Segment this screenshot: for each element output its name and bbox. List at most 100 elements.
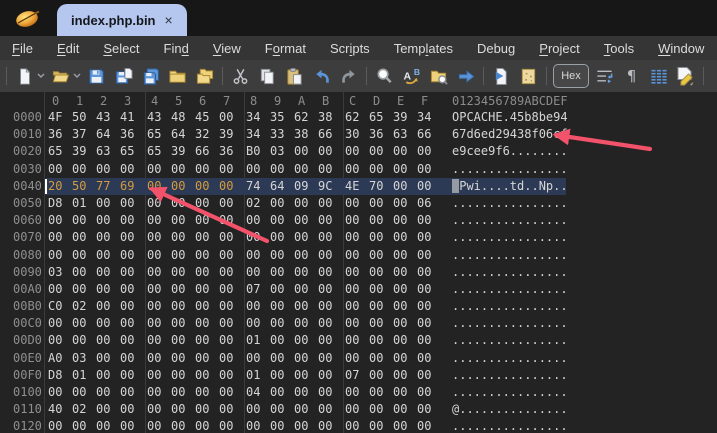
hex-byte[interactable]: 00: [246, 264, 270, 281]
hex-byte[interactable]: 02: [72, 401, 96, 418]
hex-byte[interactable]: 00: [96, 264, 120, 281]
ascii-cell[interactable]: ................: [452, 281, 568, 298]
menu-item-file[interactable]: File: [0, 39, 45, 58]
hex-byte[interactable]: 00: [270, 332, 294, 349]
hex-byte[interactable]: 00: [72, 229, 96, 246]
hex-byte[interactable]: 35: [270, 109, 294, 126]
hex-byte[interactable]: 00: [48, 315, 72, 332]
hex-byte[interactable]: 00: [417, 401, 441, 418]
hex-byte[interactable]: 00: [345, 350, 369, 367]
hex-byte[interactable]: 00: [195, 281, 219, 298]
hex-byte[interactable]: 00: [195, 212, 219, 229]
hex-row[interactable]: 0120 00 00 00 00 00 00 00 00 00 00 00 00 00 00 00 00....…: [0, 418, 717, 433]
hex-byte[interactable]: 00: [393, 161, 417, 178]
menu-item-templates[interactable]: Templates: [382, 39, 465, 58]
hex-byte[interactable]: 01: [72, 195, 96, 212]
hex-byte[interactable]: 00: [270, 264, 294, 281]
hex-byte[interactable]: 00: [417, 367, 441, 384]
hex-byte[interactable]: 00: [270, 315, 294, 332]
hex-row[interactable]: 00D0 00 00 00 00 00 00 00 00 01 00 00 00 00 00 00 00....…: [0, 332, 717, 349]
hex-byte[interactable]: 00: [393, 418, 417, 433]
ascii-cell[interactable]: ................: [452, 298, 568, 315]
hex-byte[interactable]: 00: [393, 298, 417, 315]
hex-byte[interactable]: 33: [270, 126, 294, 143]
hex-byte[interactable]: 63: [96, 143, 120, 160]
hex-byte[interactable]: 00: [393, 315, 417, 332]
hex-byte[interactable]: 00: [195, 418, 219, 433]
hex-byte[interactable]: 64: [171, 126, 195, 143]
hex-byte[interactable]: 00: [417, 212, 441, 229]
hex-byte[interactable]: 00: [246, 350, 270, 367]
hex-byte[interactable]: 00: [147, 298, 171, 315]
hex-byte[interactable]: 04: [246, 384, 270, 401]
hex-byte[interactable]: 00: [219, 418, 243, 433]
hex-byte[interactable]: 00: [369, 384, 393, 401]
hex-byte[interactable]: 00: [219, 247, 243, 264]
hex-byte[interactable]: 00: [171, 247, 195, 264]
hex-byte[interactable]: 00: [219, 384, 243, 401]
hex-byte[interactable]: 00: [120, 298, 144, 315]
hex-byte[interactable]: D8: [48, 195, 72, 212]
hex-byte[interactable]: 00: [270, 161, 294, 178]
hex-byte[interactable]: 00: [120, 315, 144, 332]
hex-byte[interactable]: 00: [294, 281, 318, 298]
hex-byte[interactable]: 00: [270, 195, 294, 212]
hex-byte[interactable]: 00: [195, 178, 219, 195]
hex-byte[interactable]: 01: [246, 332, 270, 349]
hex-byte[interactable]: 00: [294, 384, 318, 401]
hex-byte[interactable]: 00: [318, 264, 342, 281]
hex-byte[interactable]: 01: [246, 367, 270, 384]
hex-byte[interactable]: 00: [345, 401, 369, 418]
ascii-cell[interactable]: ................: [452, 161, 568, 178]
hex-byte[interactable]: 00: [147, 247, 171, 264]
hex-byte[interactable]: 00: [417, 247, 441, 264]
hex-byte[interactable]: 00: [246, 212, 270, 229]
hex-byte[interactable]: 00: [96, 401, 120, 418]
hex-byte[interactable]: 00: [318, 195, 342, 212]
hex-byte[interactable]: 69: [120, 178, 144, 195]
hex-byte[interactable]: 00: [48, 418, 72, 433]
hex-byte[interactable]: 00: [96, 418, 120, 433]
hex-byte[interactable]: 00: [219, 178, 243, 195]
hex-row[interactable]: 0020 65 39 63 65 65 39 66 36 B0 03 00 00 00 00 00 00 e9ce…: [0, 143, 717, 160]
hex-byte[interactable]: 07: [345, 367, 369, 384]
hex-row[interactable]: 0010 36 37 64 36 65 64 32 39 34 33 38 66 30 36 63 66 67d6…: [0, 126, 717, 143]
hex-byte[interactable]: 00: [369, 264, 393, 281]
hex-byte[interactable]: 00: [345, 247, 369, 264]
hex-byte[interactable]: 00: [318, 212, 342, 229]
hex-byte[interactable]: 00: [147, 178, 171, 195]
hex-byte[interactable]: 00: [294, 418, 318, 433]
hex-byte[interactable]: 63: [393, 126, 417, 143]
goto-button[interactable]: [452, 63, 479, 89]
hex-byte[interactable]: 48: [171, 109, 195, 126]
hex-byte[interactable]: 00: [294, 264, 318, 281]
hex-row[interactable]: 00B0 C0 02 00 00 00 00 00 00 00 00 00 00 00 00 00 00....…: [0, 298, 717, 315]
hex-byte[interactable]: 00: [318, 247, 342, 264]
hex-byte[interactable]: 00: [195, 247, 219, 264]
hex-byte[interactable]: 00: [171, 229, 195, 246]
hex-row[interactable]: 00E0 A0 03 00 00 00 00 00 00 00 00 00 00 00 00 00 00....…: [0, 350, 717, 367]
hex-byte[interactable]: 00: [318, 350, 342, 367]
hex-byte[interactable]: 00: [270, 384, 294, 401]
hex-byte[interactable]: 00: [369, 401, 393, 418]
hex-byte[interactable]: 00: [195, 332, 219, 349]
save-all-button[interactable]: [137, 63, 164, 89]
hex-byte[interactable]: 00: [195, 264, 219, 281]
hex-byte[interactable]: 00: [48, 247, 72, 264]
hex-byte[interactable]: 00: [345, 332, 369, 349]
hex-byte[interactable]: 00: [393, 367, 417, 384]
hex-byte[interactable]: 66: [195, 143, 219, 160]
hex-byte[interactable]: 00: [345, 281, 369, 298]
ascii-cell[interactable]: ................: [452, 229, 568, 246]
ascii-cell[interactable]: ................: [452, 350, 568, 367]
hex-byte[interactable]: 38: [294, 126, 318, 143]
hex-row[interactable]: 0030 00 00 00 00 00 00 00 00 00 00 00 00 00 00 00 00....…: [0, 161, 717, 178]
hex-byte[interactable]: 00: [147, 315, 171, 332]
menu-item-debug[interactable]: Debug: [465, 39, 527, 58]
hex-byte[interactable]: 00: [120, 401, 144, 418]
hex-byte[interactable]: 00: [294, 161, 318, 178]
save-as-button[interactable]: [110, 63, 137, 89]
ascii-cell[interactable]: e9cee9f6........: [452, 143, 568, 160]
column-mode-button[interactable]: [645, 63, 672, 89]
ascii-cell[interactable]: ................: [452, 384, 568, 401]
